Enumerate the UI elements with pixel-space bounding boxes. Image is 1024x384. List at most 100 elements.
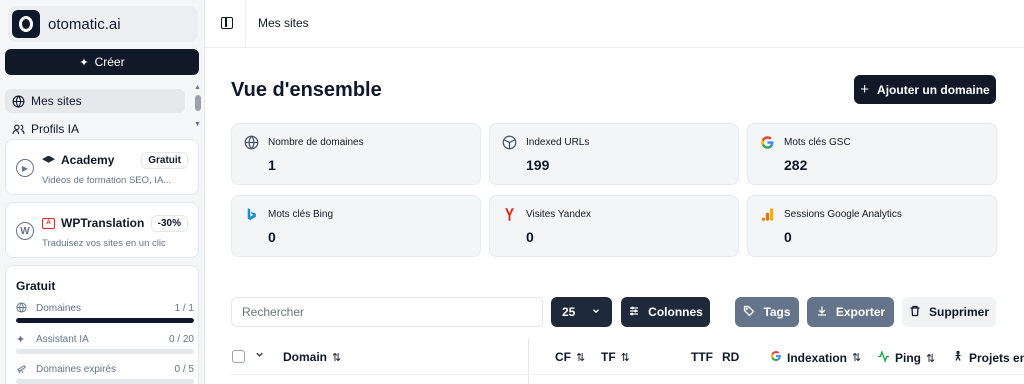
wptranslation-card[interactable]: W A WPTranslation -30% Traduisez vos sit…: [5, 202, 199, 258]
promo-title-text: Academy: [61, 153, 115, 167]
column-header-rd[interactable]: RD: [722, 350, 739, 364]
add-domain-button[interactable]: + Ajouter un domaine: [854, 75, 996, 104]
tags-button[interactable]: Tags: [735, 297, 799, 327]
academy-badge: Gratuit: [141, 152, 188, 169]
delete-label: Supprimer: [928, 305, 989, 319]
column-header-cf[interactable]: CF ⇅: [555, 350, 585, 364]
analytics-icon: [759, 206, 775, 222]
usage-label: Domaines expirés: [36, 364, 117, 375]
column-header-indexation[interactable]: Indexation ⇅: [770, 350, 861, 365]
academy-card[interactable]: ▶ Academy Gratuit Vidéos de formation SE…: [5, 139, 199, 195]
stat-value: 1: [268, 157, 276, 173]
telescope-icon: [16, 363, 27, 377]
chevron-down-icon: [591, 305, 601, 319]
usage-progress-bar: [16, 318, 194, 323]
usage-count: 0 / 5: [174, 364, 194, 375]
sort-icon: ⇅: [620, 351, 630, 364]
brand-logo-icon: [12, 10, 40, 38]
export-button[interactable]: Exporter: [807, 297, 894, 327]
page-title: Vue d'ensemble: [231, 79, 382, 101]
page-size-select[interactable]: 25: [551, 297, 612, 327]
column-header-ttf[interactable]: TTF: [691, 350, 713, 364]
stat-value: 199: [526, 157, 550, 173]
columns-label: Colonnes: [648, 305, 703, 319]
delete-button[interactable]: Supprimer: [902, 297, 996, 327]
column-header-projets[interactable]: Projets en: [952, 350, 1024, 365]
wordpress-icon: W: [16, 222, 34, 240]
add-domain-label: Ajouter un domaine: [877, 82, 990, 97]
globe-icon: [243, 134, 259, 150]
columns-button[interactable]: Colonnes: [621, 297, 710, 327]
plan-usage-card: Gratuit Domaines 1 / 1 ✦ Assistant IA 0 …: [5, 265, 199, 384]
top-bar: Mes sites: [205, 0, 1024, 48]
wptranslation-title: A WPTranslation: [42, 216, 144, 230]
stat-label: Mots clés Bing: [268, 209, 334, 220]
sort-icon: ⇅: [332, 351, 342, 364]
column-header-domain[interactable]: Domain ⇅: [283, 350, 341, 364]
stat-card-gsc: Mots clés GSC 282: [747, 123, 997, 185]
page-size-value: 25: [562, 305, 576, 319]
usage-progress-bar: [16, 349, 194, 354]
globe-icon: [11, 94, 25, 108]
activity-icon: [877, 350, 890, 366]
stat-card-indexed-urls: Indexed URLs 199: [489, 123, 739, 185]
scroll-down-arrow-icon[interactable]: ▼: [194, 121, 201, 128]
sidebar-item-profils-ia[interactable]: Profils IA: [5, 118, 185, 134]
column-label: TF: [601, 350, 616, 364]
tag-icon: [743, 305, 755, 320]
create-button-label: Créer: [94, 55, 125, 69]
stat-card-domaines: Nombre de domaines 1: [231, 123, 481, 185]
stat-label: Visites Yandex: [526, 209, 592, 220]
table-header-border: [231, 374, 1024, 375]
export-label: Exporter: [835, 305, 886, 319]
usage-progress-bar: [16, 379, 194, 384]
plan-title: Gratuit: [16, 279, 56, 293]
scroll-up-arrow-icon[interactable]: ▲: [194, 84, 201, 91]
create-button[interactable]: ✦ Créer: [5, 49, 199, 75]
sidebar-item-mes-sites[interactable]: Mes sites: [5, 89, 185, 113]
column-header-tf[interactable]: TF ⇅: [601, 350, 630, 364]
translate-icon: A: [42, 217, 55, 229]
column-header-ping[interactable]: Ping ⇅: [877, 350, 935, 366]
stat-label: Mots clés GSC: [784, 137, 851, 148]
breadcrumb: Mes sites: [258, 16, 309, 30]
expand-chevron-icon[interactable]: [254, 349, 265, 363]
sparkles-icon: ✦: [16, 334, 26, 346]
brand-name: otomatic.ai: [48, 15, 121, 33]
sliders-icon: [628, 305, 640, 320]
column-label: CF: [555, 350, 571, 364]
users-icon: [11, 122, 25, 134]
column-label: RD: [722, 350, 740, 364]
google-icon: [759, 134, 775, 150]
stat-value: 282: [784, 157, 808, 173]
stat-card-bing: Mots clés Bing 0: [231, 195, 481, 257]
compass-icon: [501, 134, 517, 150]
sort-icon: ⇅: [926, 352, 936, 365]
plus-icon: +: [860, 81, 870, 98]
select-all-checkbox[interactable]: [232, 350, 245, 363]
column-label: Domain: [283, 350, 328, 364]
usage-label: Domaines: [36, 303, 82, 314]
wptranslation-badge: -30%: [150, 215, 188, 232]
google-icon: [770, 350, 782, 365]
stat-value: 0: [784, 229, 792, 245]
header-divider: [245, 0, 246, 48]
globe-icon: [16, 302, 27, 316]
yandex-icon: [501, 206, 517, 222]
search-input[interactable]: [231, 297, 543, 327]
sidebar-scrollbar[interactable]: [195, 95, 201, 111]
sparkles-icon: ✦: [79, 56, 89, 69]
sidebar-toggle-icon[interactable]: [221, 17, 233, 29]
stat-label: Indexed URLs: [526, 137, 590, 148]
brand-switcher[interactable]: otomatic.ai: [8, 6, 198, 42]
stat-label: Nombre de domaines: [268, 137, 364, 148]
wptranslation-desc: Traduisez vos sites en un clic: [42, 238, 166, 249]
stat-value: 0: [526, 229, 534, 245]
stat-value: 0: [268, 229, 276, 245]
usage-label: Assistant IA: [36, 334, 89, 345]
bing-icon: [243, 206, 259, 222]
sidebar-item-label: Mes sites: [31, 94, 82, 108]
projects-icon: [952, 350, 964, 365]
stat-card-analytics: Sessions Google Analytics 0: [747, 195, 997, 257]
tags-label: Tags: [763, 305, 791, 319]
